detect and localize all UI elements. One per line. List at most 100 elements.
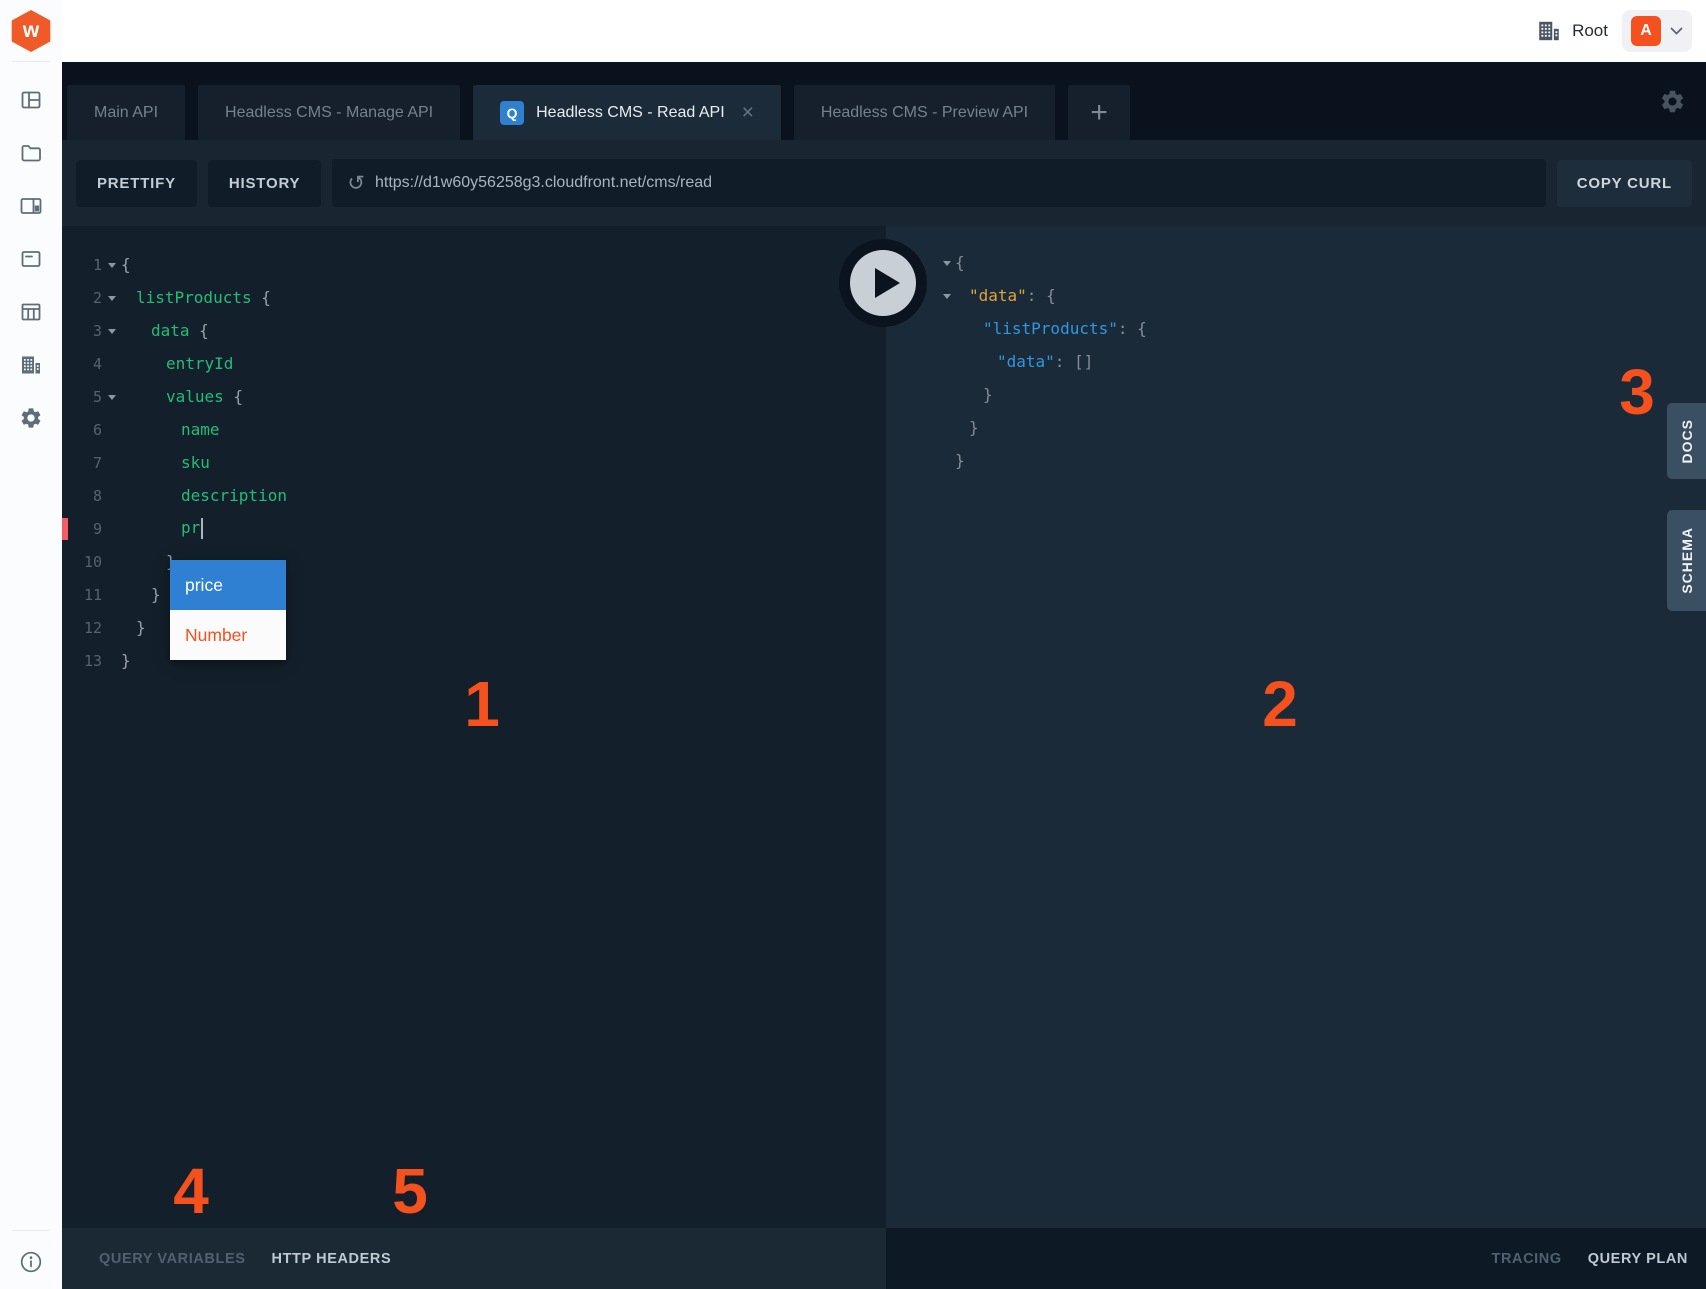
fold-spacer bbox=[102, 429, 121, 431]
reload-schema-icon[interactable]: ↺ bbox=[347, 173, 365, 194]
fold-arrow-icon[interactable] bbox=[939, 292, 955, 299]
fold-spacer bbox=[102, 528, 121, 530]
tenant-label: Root bbox=[1572, 21, 1608, 41]
response-text: "listProducts": { bbox=[955, 319, 1147, 338]
line-number: 11 bbox=[62, 586, 102, 604]
fold-spacer bbox=[939, 394, 955, 396]
code-text: entryId bbox=[121, 354, 233, 373]
autocomplete-option-price[interactable]: price bbox=[170, 560, 286, 610]
fold-spacer bbox=[102, 594, 121, 596]
endpoint-url: https://d1w60y56258g3.cloudfront.net/cms… bbox=[375, 174, 712, 192]
footer-tab-tracing[interactable]: TRACING bbox=[1491, 1251, 1561, 1267]
playground-content: 1{2listProducts { 3 data { 4entryId5values … bbox=[62, 226, 1706, 1228]
fold-spacer bbox=[939, 328, 955, 330]
fold-spacer bbox=[102, 495, 121, 497]
fold-arrow-icon[interactable] bbox=[102, 393, 121, 400]
avatar-initial: A bbox=[1640, 22, 1652, 40]
code-line: 2listProducts { bbox=[62, 281, 886, 314]
code-line: 5values { bbox=[62, 380, 886, 413]
query-badge: Q bbox=[500, 101, 524, 125]
side-tab-schema[interactable]: SCHEMA bbox=[1667, 510, 1706, 611]
line-number: 7 bbox=[62, 454, 102, 472]
execute-query-button[interactable] bbox=[839, 239, 927, 327]
side-tab-docs[interactable]: DOCS bbox=[1667, 403, 1706, 479]
response-code: {"data": {"listProducts": {"data": []}}} bbox=[886, 246, 1706, 477]
history-button[interactable]: HISTORY bbox=[208, 160, 321, 207]
fold-arrow-icon[interactable] bbox=[102, 327, 121, 334]
chevron-down-icon bbox=[1670, 27, 1683, 35]
line-number: 10 bbox=[62, 553, 102, 571]
code-line: 1{ bbox=[62, 248, 886, 281]
response-line: } bbox=[886, 411, 1706, 444]
code-text: values { bbox=[121, 387, 243, 406]
response-line: "data": { bbox=[886, 279, 1706, 312]
tab-label: Headless CMS - Manage API bbox=[225, 104, 433, 122]
line-number: 12 bbox=[62, 619, 102, 637]
folder-icon[interactable] bbox=[19, 141, 43, 165]
bottom-bar: QUERY VARIABLES HTTP HEADERS TRACING QUERY… bbox=[62, 1228, 1706, 1289]
footer-tab-http-headers[interactable]: HTTP HEADERS bbox=[272, 1251, 392, 1267]
error-marker bbox=[62, 518, 68, 540]
prettify-button[interactable]: PRETTIFY bbox=[76, 160, 197, 207]
fold-arrow-icon[interactable] bbox=[102, 261, 121, 268]
copy-curl-button[interactable]: COPY CURL bbox=[1557, 160, 1692, 207]
add-tab-button[interactable]: + bbox=[1068, 85, 1130, 140]
play-icon bbox=[875, 268, 900, 298]
autocomplete-option-number[interactable]: Number bbox=[170, 610, 286, 660]
gear-icon[interactable] bbox=[19, 406, 43, 430]
code-text: data { bbox=[121, 321, 209, 340]
settings-gear-icon[interactable] bbox=[1659, 88, 1686, 115]
fold-spacer bbox=[939, 361, 955, 363]
building-icon[interactable] bbox=[19, 353, 43, 377]
response-text: "data": { bbox=[955, 286, 1056, 305]
code-line: 8 description bbox=[62, 479, 886, 512]
fold-spacer bbox=[939, 460, 955, 462]
document-icon[interactable] bbox=[19, 247, 43, 271]
fold-arrow-icon[interactable] bbox=[102, 294, 121, 301]
tab-main-api[interactable]: Main API bbox=[67, 85, 185, 140]
editor-footer-tabs: QUERY VARIABLES HTTP HEADERS bbox=[62, 1228, 886, 1289]
endpoint-url-input[interactable]: ↺ https://d1w60y56258g3.cloudfront.net/c… bbox=[332, 159, 1545, 207]
line-number: 13 bbox=[62, 652, 102, 670]
response-line: "listProducts": { bbox=[886, 312, 1706, 345]
code-text: } bbox=[121, 618, 146, 637]
building-icon bbox=[1536, 18, 1562, 44]
line-number: 8 bbox=[62, 487, 102, 505]
split-layout-icon[interactable] bbox=[19, 88, 43, 112]
code-text: description bbox=[121, 486, 287, 505]
fold-arrow-icon[interactable] bbox=[939, 259, 955, 266]
text-cursor bbox=[201, 518, 203, 539]
code-text: } bbox=[121, 552, 176, 571]
response-panel: {"data": {"listProducts": {"data": []}}}… bbox=[886, 226, 1706, 1228]
sidebar-divider bbox=[12, 1230, 50, 1231]
fold-spacer bbox=[102, 627, 121, 629]
page-layout-icon[interactable] bbox=[19, 194, 43, 218]
code-text: } bbox=[121, 585, 161, 604]
tab-list: Main APIHeadless CMS - Manage APIQHeadle… bbox=[67, 85, 1055, 140]
tab-headless-cms-manage-api[interactable]: Headless CMS - Manage API bbox=[198, 85, 460, 140]
footer-tab-query-plan[interactable]: QUERY PLAN bbox=[1588, 1251, 1688, 1267]
code-line: 4entryId bbox=[62, 347, 886, 380]
top-bar: Root A bbox=[62, 0, 1706, 62]
footer-tab-query-variables[interactable]: QUERY VARIABLES bbox=[99, 1251, 246, 1267]
play-button-circle bbox=[850, 250, 916, 316]
response-footer-tabs: TRACING QUERY PLAN bbox=[886, 1228, 1706, 1289]
response-text: } bbox=[955, 385, 993, 404]
line-number: 3 bbox=[62, 322, 102, 340]
graphql-playground: Main APIHeadless CMS - Manage APIQHeadle… bbox=[62, 62, 1706, 1289]
close-icon[interactable]: × bbox=[742, 102, 754, 123]
autocomplete-dropdown: priceNumber bbox=[170, 560, 286, 660]
tab-headless-cms-preview-api[interactable]: Headless CMS - Preview API bbox=[794, 85, 1055, 140]
table-icon[interactable] bbox=[19, 300, 43, 324]
logo-letter: w bbox=[23, 19, 39, 43]
code-line: 6 name bbox=[62, 413, 886, 446]
info-icon[interactable] bbox=[18, 1249, 44, 1275]
code-line: 3 data { bbox=[62, 314, 886, 347]
account-menu[interactable]: A bbox=[1622, 10, 1692, 52]
code-text: name bbox=[121, 420, 220, 439]
tab-headless-cms-read-api[interactable]: QHeadless CMS - Read API× bbox=[473, 85, 781, 140]
line-number: 6 bbox=[62, 421, 102, 439]
code-text: listProducts { bbox=[121, 288, 271, 307]
code-text: { bbox=[121, 255, 131, 274]
query-editor[interactable]: 1{2listProducts { 3 data { 4entryId5values … bbox=[62, 226, 886, 1228]
